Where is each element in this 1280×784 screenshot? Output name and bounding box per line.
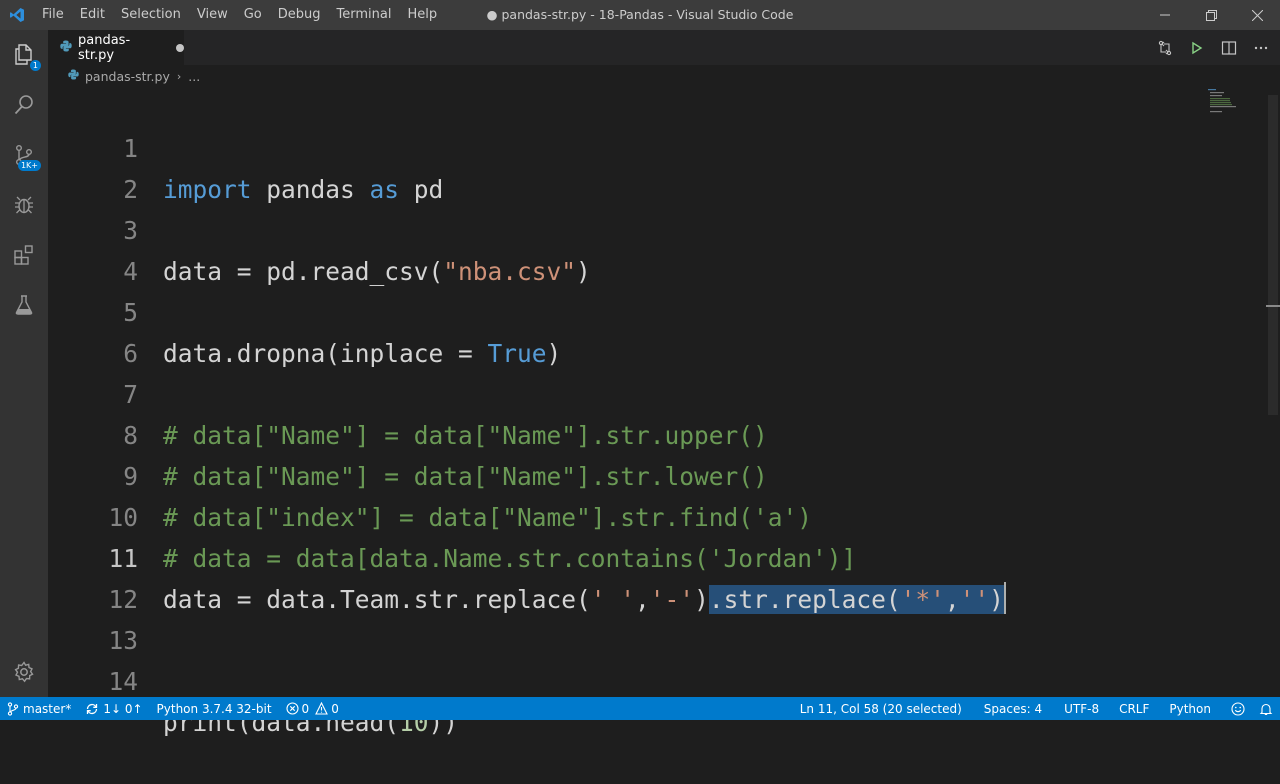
vertical-scrollbar[interactable] bbox=[1266, 87, 1280, 697]
indentation[interactable]: Spaces: 4 bbox=[977, 697, 1049, 720]
source-control-button[interactable]: 1K+ bbox=[0, 130, 48, 180]
code-line: 6 bbox=[48, 292, 1268, 368]
warning-icon bbox=[315, 702, 329, 715]
scrollbar-thumb[interactable] bbox=[1268, 95, 1278, 415]
code-line: 1 import pandas as pd bbox=[48, 87, 1268, 204]
manage-button[interactable] bbox=[0, 647, 48, 697]
menu-edit[interactable]: Edit bbox=[72, 0, 113, 30]
run-file-button[interactable] bbox=[1188, 39, 1206, 57]
code-line-active: 11 data = data.Team.str.replace(' ','-')… bbox=[48, 497, 1268, 614]
bug-icon bbox=[15, 196, 33, 214]
cursor-position[interactable]: Ln 11, Col 58 (20 selected) bbox=[793, 697, 969, 720]
split-editor-icon bbox=[1221, 40, 1237, 55]
debug-button[interactable] bbox=[0, 180, 48, 230]
smiley-icon bbox=[1231, 701, 1245, 716]
menu-selection[interactable]: Selection bbox=[113, 0, 189, 30]
branch-name: master* bbox=[23, 701, 72, 716]
code-line: 14 print(data.head(10)) bbox=[48, 620, 1268, 737]
editor-actions bbox=[1156, 30, 1270, 65]
python-file-icon bbox=[60, 40, 72, 55]
encoding[interactable]: UTF-8 bbox=[1057, 697, 1106, 720]
code-line: 12 bbox=[48, 538, 1268, 614]
restore-icon bbox=[1205, 9, 1217, 21]
menu-debug[interactable]: Debug bbox=[270, 0, 329, 30]
code-line: 10 # data = data[data.Name.str.contains(… bbox=[48, 456, 1268, 573]
flask-icon bbox=[15, 295, 33, 315]
code-editor[interactable]: 1 import pandas as pd 2 3 data = pd.read… bbox=[48, 87, 1280, 737]
close-window-button[interactable] bbox=[1234, 0, 1280, 30]
warning-count: 0 bbox=[331, 701, 339, 716]
gear-icon bbox=[14, 661, 34, 683]
menu-terminal[interactable]: Terminal bbox=[329, 0, 400, 30]
explorer-badge: 1 bbox=[29, 60, 41, 71]
chevron-right-icon: › bbox=[176, 69, 182, 83]
more-actions-button[interactable] bbox=[1252, 39, 1270, 57]
menu-help[interactable]: Help bbox=[399, 0, 445, 30]
menu-go[interactable]: Go bbox=[236, 0, 270, 30]
notifications-button[interactable] bbox=[1252, 697, 1280, 720]
code-line: 9 # data["index"] = data["Name"].str.fin… bbox=[48, 415, 1268, 532]
cursor-position-marker bbox=[1266, 305, 1280, 307]
code-line: 5 data.dropna(inplace = True) bbox=[48, 251, 1268, 368]
status-bar-right: Ln 11, Col 58 (20 selected) Spaces: 4 UT… bbox=[793, 697, 1280, 720]
minimize-icon bbox=[1160, 14, 1170, 16]
code-line: 13 bbox=[48, 579, 1268, 655]
extensions-button[interactable] bbox=[0, 230, 48, 280]
bell-icon bbox=[1259, 703, 1273, 715]
sync-counts: 1↓ 0↑ bbox=[103, 701, 143, 716]
sync-status[interactable]: 1↓ 0↑ bbox=[78, 697, 149, 720]
python-interpreter[interactable]: Python 3.7.4 32-bit bbox=[150, 697, 279, 720]
problems-status[interactable]: 0 0 bbox=[279, 697, 346, 720]
window-controls bbox=[1142, 0, 1280, 30]
restore-button[interactable] bbox=[1188, 0, 1234, 30]
ellipsis-icon bbox=[1254, 46, 1268, 49]
split-editor-button[interactable] bbox=[1220, 39, 1238, 57]
code-line: 4 bbox=[48, 210, 1268, 286]
menu-file[interactable]: File bbox=[34, 0, 72, 30]
vscode-logo-icon bbox=[0, 0, 34, 30]
menu-bar: File Edit Selection View Go Debug Termin… bbox=[34, 0, 445, 30]
minimap[interactable] bbox=[1206, 87, 1266, 117]
code-line: 2 bbox=[48, 128, 1268, 204]
title-bar: File Edit Selection View Go Debug Termin… bbox=[0, 0, 1280, 30]
line-number: 14 bbox=[108, 667, 138, 696]
play-icon bbox=[1192, 41, 1203, 54]
language-mode[interactable]: Python bbox=[1162, 697, 1218, 720]
error-count: 0 bbox=[301, 701, 310, 716]
code-line: 8 # data["Name"] = data["Name"].str.lowe… bbox=[48, 374, 1268, 491]
close-icon bbox=[1251, 9, 1263, 21]
tab-label: pandas-str.py bbox=[78, 32, 131, 63]
compare-changes-icon bbox=[1158, 40, 1172, 55]
breadcrumb-symbols[interactable]: ... bbox=[188, 69, 200, 84]
menu-view[interactable]: View bbox=[189, 0, 236, 30]
code-line: 7 # data["Name"] = data["Name"].str.uppe… bbox=[48, 333, 1268, 450]
tab-pandas-str[interactable]: pandas-str.py bbox=[48, 30, 184, 65]
python-file-icon bbox=[68, 69, 79, 83]
branch-status[interactable]: master* bbox=[0, 697, 78, 720]
search-button[interactable] bbox=[0, 80, 48, 130]
extensions-icon bbox=[14, 245, 33, 265]
minimize-button[interactable] bbox=[1142, 0, 1188, 30]
breadcrumb: pandas-str.py › ... bbox=[48, 65, 1280, 87]
activity-bar: 1 1K+ bbox=[0, 30, 48, 697]
tab-bar: pandas-str.py bbox=[48, 30, 1280, 65]
status-bar: master* 1↓ 0↑ Python 3.7.4 32-bit 0 0 Ln… bbox=[0, 697, 1280, 720]
end-of-line[interactable]: CRLF bbox=[1112, 697, 1156, 720]
search-icon bbox=[14, 95, 33, 115]
git-branch-icon bbox=[7, 701, 19, 716]
test-button[interactable] bbox=[0, 280, 48, 330]
scm-badge: 1K+ bbox=[17, 160, 41, 171]
open-changes-button[interactable] bbox=[1156, 39, 1174, 57]
breadcrumb-file[interactable]: pandas-str.py bbox=[85, 69, 170, 84]
code-line: 3 data = pd.read_csv("nba.csv") bbox=[48, 169, 1268, 286]
error-icon bbox=[285, 702, 299, 715]
unsaved-dot-icon[interactable] bbox=[176, 43, 184, 52]
feedback-button[interactable] bbox=[1224, 697, 1252, 720]
sync-icon bbox=[87, 703, 98, 714]
explorer-button[interactable]: 1 bbox=[0, 30, 48, 80]
